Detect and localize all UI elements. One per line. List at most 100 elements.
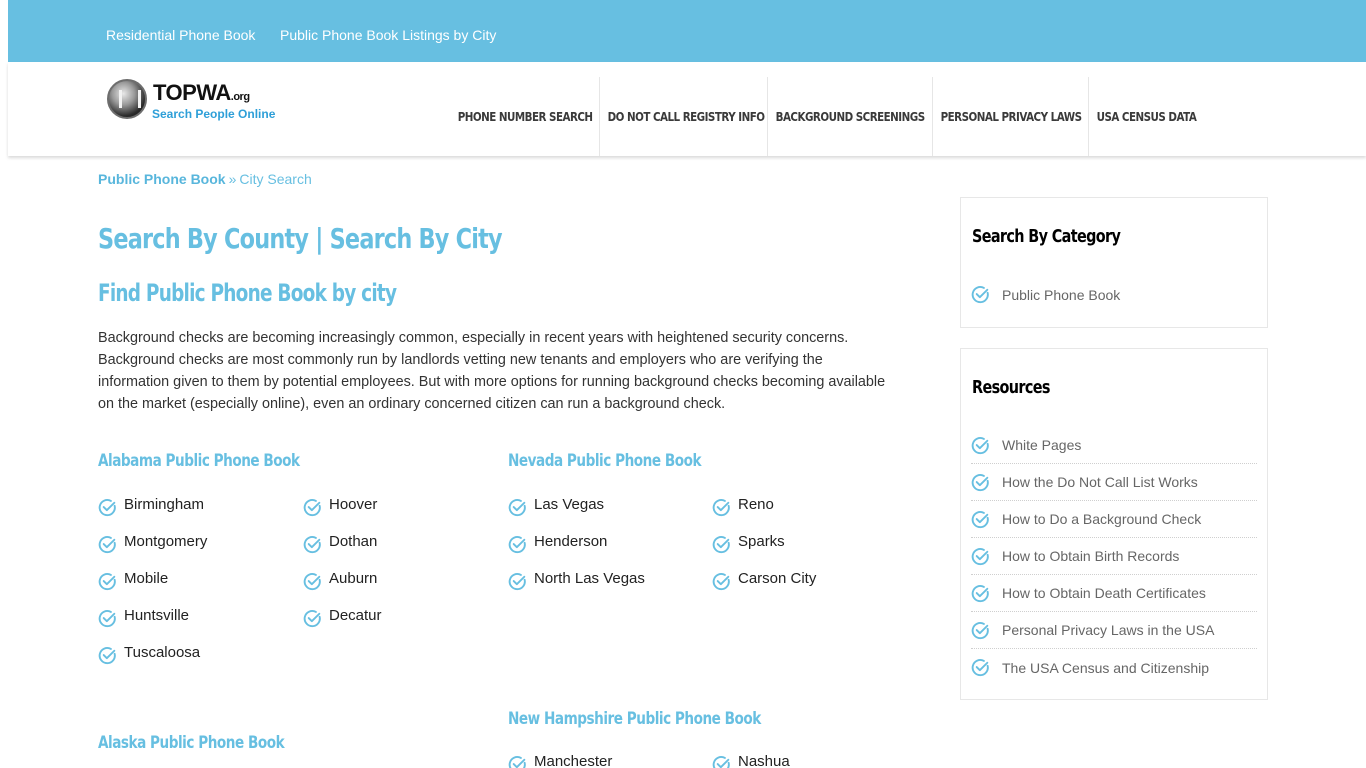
state-title-link[interactable]: Alaska Public Phone Book	[98, 733, 418, 753]
state-title-link[interactable]: Alabama Public Phone Book	[98, 451, 418, 471]
nav-phone-number-search[interactable]: PHONE NUMBER SEARCH	[450, 77, 593, 156]
city-name: Henderson	[534, 532, 608, 550]
check-circle-icon	[303, 535, 322, 554]
city-name: Sparks	[738, 532, 785, 550]
logo-tld: .org	[230, 91, 250, 103]
check-circle-icon	[971, 658, 990, 677]
state-section-alaska: Alaska Public Phone Book	[98, 733, 498, 753]
city-name: Nashua	[738, 752, 790, 768]
breadcrumb: Public Phone Book» City Search	[98, 171, 312, 187]
intro-paragraph: Background checks are becoming increasin…	[98, 330, 886, 412]
nav-label: PHONE NUMBER SEARCH	[457, 109, 593, 124]
category-widget: Search By Category Public Phone Book	[960, 197, 1268, 328]
city-link[interactable]: Decatur	[303, 603, 382, 627]
state-title-link[interactable]: Nevada Public Phone Book	[508, 451, 828, 471]
city-link[interactable]: Mobile	[98, 566, 168, 590]
main-nav: PHONE NUMBER SEARCH DO NOT CALL REGISTRY…	[450, 77, 1208, 156]
city-link[interactable]: Huntsville	[98, 603, 189, 627]
city-link[interactable]: Henderson	[508, 529, 607, 553]
city-link[interactable]: Tuscaloosa	[98, 640, 200, 664]
city-link[interactable]: Reno	[712, 492, 774, 516]
breadcrumb-current: City Search	[239, 171, 312, 187]
topbar-link-listings-by-city[interactable]: Public Phone Book Listings by City	[280, 27, 496, 43]
logo-tagline: Search People Online	[152, 107, 276, 121]
city-link[interactable]: North Las Vegas	[508, 566, 645, 590]
phonebook-logo-icon	[107, 79, 147, 119]
page-subtitle: Find Public Phone Book by city	[98, 279, 397, 307]
resource-label: The USA Census and Citizenship	[1002, 659, 1209, 676]
check-circle-icon	[508, 498, 527, 517]
city-name: Birmingham	[124, 495, 205, 513]
resource-link[interactable]: How to Do a Background Check	[971, 501, 1257, 538]
resource-link[interactable]: How to Obtain Death Certificates	[971, 575, 1257, 612]
city-link[interactable]: Auburn	[303, 566, 377, 590]
city-name: North Las Vegas	[534, 569, 645, 587]
nav-background-screenings[interactable]: BACKGROUND SCREENINGS	[767, 77, 925, 156]
city-link[interactable]: Sparks	[712, 529, 785, 553]
city-link[interactable]: Dothan	[303, 529, 377, 553]
check-circle-icon	[712, 755, 731, 768]
check-circle-icon	[98, 646, 117, 665]
nav-do-not-call-registry[interactable]: DO NOT CALL REGISTRY INFO	[599, 77, 765, 156]
nav-personal-privacy-laws[interactable]: PERSONAL PRIVACY LAWS	[932, 77, 1082, 156]
city-name: Dothan	[329, 532, 378, 550]
check-circle-icon	[508, 755, 527, 768]
city-name: Hoover	[329, 495, 378, 513]
check-circle-icon	[98, 498, 117, 517]
city-link[interactable]: Hoover	[303, 492, 377, 516]
site-header: TOPWA.org Search People Online PHONE NUM…	[8, 62, 1366, 156]
check-circle-icon	[303, 609, 322, 628]
city-link[interactable]: Carson City	[712, 566, 816, 590]
check-circle-icon	[971, 584, 990, 603]
resource-label: How to Obtain Birth Records	[1002, 548, 1180, 564]
city-link[interactable]: Nashua	[712, 749, 790, 768]
check-circle-icon	[303, 498, 322, 517]
check-circle-icon	[98, 572, 117, 591]
resource-link[interactable]: The USA Census and Citizenship	[971, 649, 1257, 686]
nav-label: BACKGROUND SCREENINGS	[775, 109, 926, 124]
city-link[interactable]: Montgomery	[98, 529, 207, 553]
logo-title: TOPWA.org	[153, 80, 250, 106]
city-name: Decatur	[329, 606, 382, 624]
resource-link[interactable]: How the Do Not Call List Works	[971, 464, 1257, 501]
site-logo[interactable]: TOPWA.org Search People Online	[107, 78, 277, 122]
category-list: Public Phone Book	[971, 276, 1257, 313]
city-link[interactable]: Manchester	[508, 749, 612, 768]
check-circle-icon	[712, 572, 731, 591]
check-circle-icon	[971, 285, 990, 304]
city-name: Montgomery	[124, 532, 208, 550]
resource-label: How the Do Not Call List Works	[1002, 474, 1198, 490]
resource-link[interactable]: Personal Privacy Laws in the USA	[971, 612, 1257, 649]
check-circle-icon	[712, 535, 731, 554]
state-title-link[interactable]: New Hampshire Public Phone Book	[508, 709, 828, 729]
city-name: Las Vegas	[534, 495, 605, 513]
city-link[interactable]: Birmingham	[98, 492, 204, 516]
check-circle-icon	[971, 473, 990, 492]
resource-label: White Pages	[1002, 437, 1082, 453]
resource-link[interactable]: White Pages	[971, 427, 1257, 464]
resources-list: White Pages How the Do Not Call List Wor…	[971, 427, 1257, 686]
check-circle-icon	[98, 609, 117, 628]
page: Residential Phone Book Public Phone Book…	[8, 0, 1366, 156]
category-link-public-phone-book[interactable]: Public Phone Book	[971, 276, 1257, 313]
check-circle-icon	[971, 436, 990, 455]
city-name: Huntsville	[124, 606, 190, 624]
city-name: Reno	[738, 495, 774, 513]
resource-link[interactable]: How to Obtain Birth Records	[971, 538, 1257, 575]
check-circle-icon	[971, 510, 990, 529]
nav-label: USA CENSUS DATA	[1096, 109, 1197, 124]
breadcrumb-home-link[interactable]: Public Phone Book	[98, 171, 226, 187]
city-name: Carson City	[738, 569, 817, 587]
category-widget-title: Search By Category	[972, 226, 1121, 247]
state-section-nevada: Nevada Public Phone Book Las Vegas Reno …	[508, 451, 908, 590]
logo-name: TOPWA	[153, 80, 231, 105]
topbar-link-residential-phone-book[interactable]: Residential Phone Book	[106, 27, 255, 43]
nav-usa-census-data[interactable]: USA CENSUS DATA	[1088, 77, 1197, 156]
sidebar: Search By Category Public Phone Book Res…	[960, 197, 1268, 700]
top-bar: Residential Phone Book Public Phone Book…	[8, 0, 1366, 62]
check-circle-icon	[971, 621, 990, 640]
check-circle-icon	[508, 572, 527, 591]
state-section-new-hampshire: New Hampshire Public Phone Book Manchest…	[508, 709, 908, 768]
city-name: Auburn	[329, 569, 378, 587]
city-link[interactable]: Las Vegas	[508, 492, 604, 516]
